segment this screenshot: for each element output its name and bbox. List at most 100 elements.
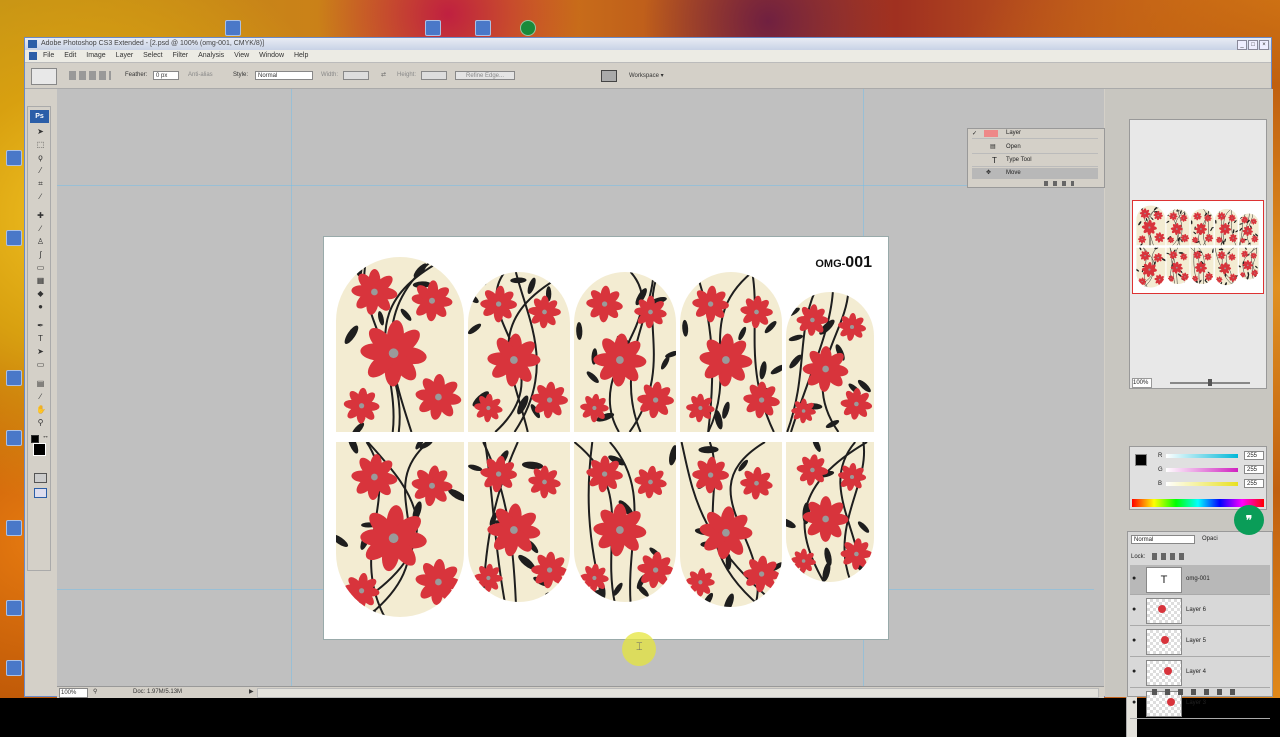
width-input[interactable]	[343, 71, 369, 80]
clone-stamp-icon[interactable]: ♙	[36, 237, 45, 246]
eye-icon[interactable]: ●	[1132, 668, 1136, 675]
maximize-button[interactable]: □	[1248, 40, 1258, 50]
menu-view[interactable]: View	[234, 50, 249, 62]
pen-tool-icon[interactable]: ✒	[36, 321, 45, 330]
minimize-button[interactable]: _	[1237, 40, 1247, 50]
refine-edge-button[interactable]: Refine Edge...	[455, 71, 515, 80]
menu-help[interactable]: Help	[294, 50, 308, 62]
gradient-tool-icon[interactable]: ▦	[36, 276, 45, 285]
checkbox-icon[interactable]: ✓	[972, 130, 977, 137]
desktop-shortcut-icon[interactable]	[475, 20, 491, 36]
desktop-shortcut-icon[interactable]	[6, 370, 22, 386]
swap-icon[interactable]: ⇄	[381, 71, 386, 78]
eye-icon[interactable]: ●	[1132, 637, 1136, 644]
desktop-shortcut-icon[interactable]	[6, 430, 22, 446]
foreground-color-swatch[interactable]	[33, 443, 46, 456]
ps-menu-icon[interactable]	[29, 52, 37, 60]
color-fg-swatch[interactable]	[1135, 454, 1147, 466]
blur-tool-icon[interactable]: ◆	[36, 289, 45, 298]
desktop-shortcut-icon[interactable]	[6, 230, 22, 246]
layer-row[interactable]: ● Layer 4	[1130, 658, 1270, 688]
menu-filter[interactable]: Filter	[173, 50, 189, 62]
title-bar[interactable]: Adobe Photoshop CS3 Extended - [2.psd @ …	[25, 38, 1271, 50]
zoom-field[interactable]: 100%	[59, 688, 88, 698]
crop-tool-icon[interactable]: ⌗	[36, 179, 45, 188]
menu-image[interactable]: Image	[86, 50, 105, 62]
channel-slider-g[interactable]	[1166, 468, 1238, 472]
history-row[interactable]: T Type Tool	[972, 155, 1098, 167]
snapshot-thumbnail	[984, 130, 998, 137]
navigator-zoom-field[interactable]: 100%	[1132, 378, 1152, 388]
height-input[interactable]	[421, 71, 447, 80]
layer-row[interactable]: ● Layer 5	[1130, 627, 1270, 657]
ps-logo[interactable]: Ps	[30, 110, 49, 123]
navigator-zoom-handle[interactable]	[1208, 379, 1212, 386]
screen-mode-icon[interactable]	[34, 488, 47, 498]
canvas-horizontal-scrollbar[interactable]	[257, 688, 1099, 698]
brush-tool-icon[interactable]: ∕	[36, 224, 45, 233]
hand-tool-icon[interactable]: ✋	[36, 405, 46, 414]
lasso-tool-icon[interactable]: ϙ	[36, 153, 45, 162]
desktop-shortcut-icon[interactable]	[425, 20, 441, 36]
lock-icons[interactable]	[1152, 553, 1188, 560]
menu-analysis[interactable]: Analysis	[198, 50, 224, 62]
desktop-shortcut-icon[interactable]	[520, 20, 536, 36]
channel-slider-r[interactable]	[1166, 454, 1238, 458]
zoom-tool-icon[interactable]: ⚲	[36, 418, 45, 427]
layer-row[interactable]: ● T omg-001	[1130, 565, 1270, 595]
document-canvas[interactable]: OMG-001	[323, 236, 889, 640]
path-selection-icon[interactable]: ➤	[36, 347, 45, 356]
marquee-preset-picker[interactable]	[31, 68, 57, 85]
move-tool-icon[interactable]: ➤	[36, 127, 45, 136]
default-colors-icon[interactable]	[31, 435, 39, 443]
history-row[interactable]: ✓ Layer	[972, 130, 1098, 139]
layers-footer-icons[interactable]	[1152, 689, 1242, 695]
dodge-tool-icon[interactable]: ●	[36, 302, 45, 311]
feather-input[interactable]: 0 px	[153, 71, 179, 80]
menu-select[interactable]: Select	[143, 50, 162, 62]
eye-icon[interactable]: ●	[1132, 699, 1136, 706]
magic-wand-tool-icon[interactable]: ⁄	[36, 166, 45, 175]
menu-window[interactable]: Window	[259, 50, 284, 62]
eye-icon[interactable]: ●	[1132, 606, 1136, 613]
blend-mode-select[interactable]: Normal	[1131, 535, 1195, 544]
history-row[interactable]: ▤ Open	[972, 142, 1098, 154]
eraser-tool-icon[interactable]: ▭	[36, 263, 45, 272]
history-row-selected[interactable]: ✥ Move	[972, 168, 1098, 179]
desktop-shortcut-icon[interactable]	[6, 520, 22, 536]
style-select[interactable]: Normal	[255, 71, 313, 80]
menu-file[interactable]: File	[43, 50, 54, 62]
healing-brush-icon[interactable]: ✚	[36, 211, 45, 220]
chat-bubble-icon[interactable]: ❞	[1234, 505, 1264, 535]
notes-tool-icon[interactable]: ▤	[36, 379, 45, 388]
channel-value-r[interactable]: 255	[1244, 451, 1264, 460]
history-footer-icons[interactable]	[1044, 181, 1074, 186]
navigator-preview[interactable]	[1132, 200, 1264, 294]
selection-mode-icons[interactable]	[69, 71, 111, 80]
quick-mask-icon[interactable]	[34, 473, 47, 483]
eye-icon[interactable]: ●	[1132, 575, 1136, 582]
zoom-icon[interactable]: ⚲	[93, 688, 97, 695]
status-arrow-icon[interactable]: ▶	[249, 688, 254, 695]
canvas-area[interactable]: OMG-001	[57, 89, 1137, 737]
swap-colors-icon[interactable]: ↔	[42, 433, 49, 440]
marquee-tool-icon[interactable]: ⬚	[36, 140, 45, 149]
channel-value-g[interactable]: 255	[1244, 465, 1264, 474]
eyedropper-tool-icon[interactable]: ∕	[36, 392, 45, 401]
menu-layer[interactable]: Layer	[116, 50, 134, 62]
layer-row[interactable]: ● Layer 6	[1130, 596, 1270, 626]
desktop-shortcut-icon[interactable]	[6, 150, 22, 166]
desktop-shortcut-icon[interactable]	[6, 600, 22, 616]
close-button[interactable]: ×	[1259, 40, 1269, 50]
history-brush-icon[interactable]: ∫	[36, 250, 45, 259]
slice-tool-icon[interactable]: ∕	[36, 192, 45, 201]
channel-value-b[interactable]: 255	[1244, 479, 1264, 488]
channel-slider-b[interactable]	[1166, 482, 1238, 486]
workspace-menu[interactable]: Workspace ▾	[629, 72, 664, 79]
desktop-shortcut-icon[interactable]	[225, 20, 241, 36]
shape-tool-icon[interactable]: ▭	[36, 360, 45, 369]
desktop-shortcut-icon[interactable]	[6, 660, 22, 676]
bridge-icon[interactable]	[601, 70, 617, 82]
type-tool-icon[interactable]: T	[36, 334, 45, 343]
menu-edit[interactable]: Edit	[64, 50, 76, 62]
